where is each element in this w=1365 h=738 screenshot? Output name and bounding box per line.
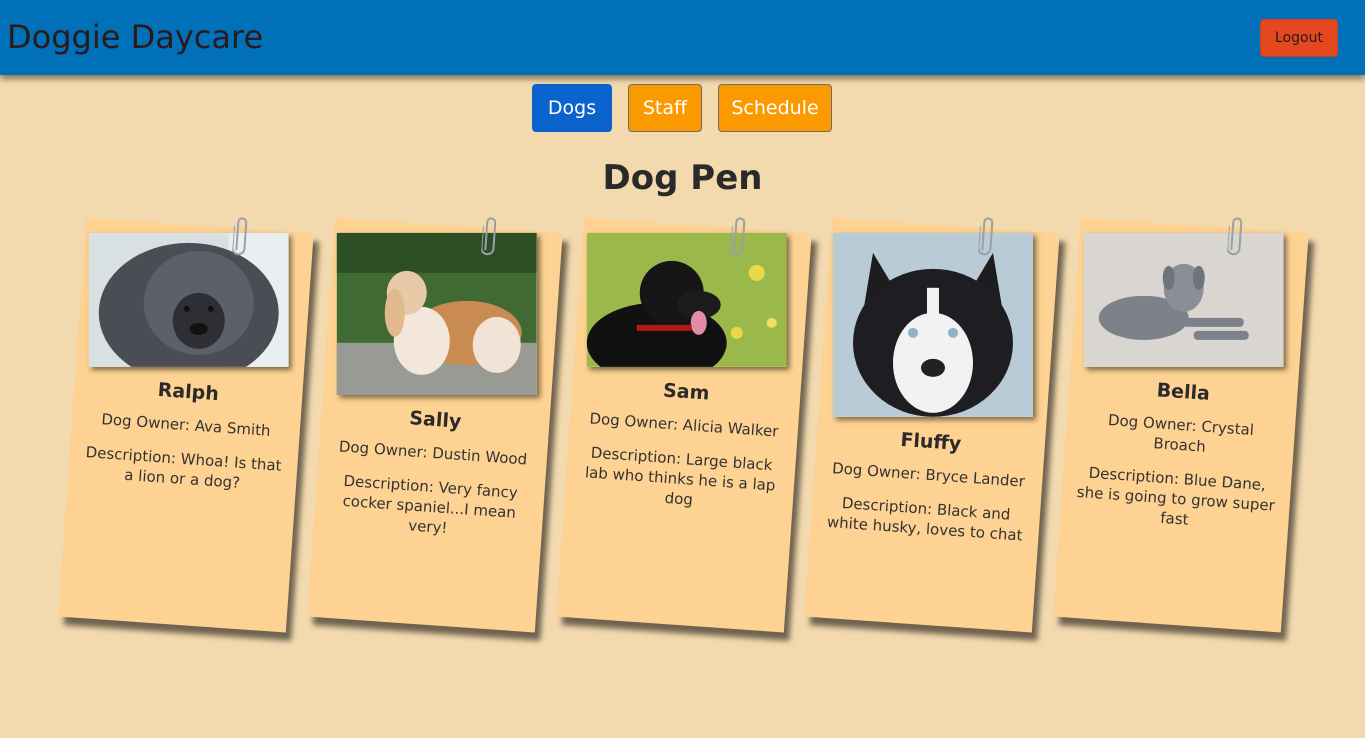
- tab-schedule[interactable]: Schedule: [718, 84, 832, 132]
- section-tabs: Dogs Staff Schedule: [0, 84, 1365, 132]
- dog-card-body: Ralph Dog Owner: Ava Smith Description: …: [81, 374, 289, 510]
- dog-card-body: Bella Dog Owner: Crystal Broach Descript…: [1073, 374, 1284, 550]
- dog-name: Bella: [1155, 379, 1211, 405]
- paperclip-icon: [480, 214, 500, 257]
- dog-name: Ralph: [157, 378, 220, 406]
- great-dane-photo: [1083, 232, 1284, 367]
- dog-card-ralph[interactable]: Ralph Dog Owner: Ava Smith Description: …: [58, 217, 314, 633]
- dog-owner: Dog Owner: Dustin Wood: [338, 437, 528, 469]
- navbar: Doggie Daycare Logout: [0, 0, 1365, 75]
- paperclip-icon: [231, 214, 251, 257]
- dog-description: Description: Blue Dane, she is going to …: [1076, 463, 1276, 529]
- dog-card-sally[interactable]: Sally Dog Owner: Dustin Wood Description…: [307, 217, 563, 633]
- brand-title[interactable]: Doggie Daycare: [7, 18, 263, 56]
- logout-button[interactable]: Logout: [1260, 19, 1338, 57]
- paperclip-icon: [1226, 214, 1246, 257]
- dog-description: Description: Black and white husky, love…: [826, 493, 1024, 545]
- dog-name: Fluffy: [899, 428, 962, 456]
- dog-owner: Dog Owner: Alicia Walker: [588, 409, 780, 441]
- dog-card-body: Sam Dog Owner: Alicia Walker Description…: [577, 374, 786, 530]
- dog-description: Description: Very fancy cocker spaniel..…: [342, 471, 519, 538]
- paperclip-icon: [729, 214, 749, 257]
- dog-card-sam[interactable]: Sam Dog Owner: Alicia Walker Description…: [556, 217, 812, 633]
- tab-staff[interactable]: Staff: [628, 84, 702, 132]
- paperclip-icon: [977, 214, 997, 257]
- husky-photo: [832, 232, 1033, 417]
- page-title: Dog Pen: [602, 158, 763, 198]
- dog-card-fluffy[interactable]: Fluffy Dog Owner: Bryce Lander Descripti…: [804, 217, 1060, 633]
- dog-card-bella[interactable]: Bella Dog Owner: Crystal Broach Descript…: [1053, 217, 1309, 633]
- dog-description: Description: Large black lab who thinks …: [584, 443, 777, 509]
- dog-owner: Dog Owner: Bryce Lander: [831, 459, 1026, 491]
- cocker-spaniel-photo: [336, 232, 537, 395]
- tibetan-mastiff-photo: [88, 232, 289, 367]
- dog-card-body: Fluffy Dog Owner: Bryce Lander Descripti…: [823, 424, 1031, 560]
- black-lab-photo: [586, 232, 787, 367]
- dog-name: Sally: [408, 407, 463, 433]
- dog-card-body: Sally Dog Owner: Dustin Wood Description…: [326, 402, 535, 558]
- dog-description: Description: Whoa! Is that a lion or a d…: [85, 443, 283, 492]
- dog-name: Sam: [662, 379, 711, 405]
- dog-owner: Dog Owner: Ava Smith: [100, 410, 272, 440]
- tab-dogs[interactable]: Dogs: [532, 84, 612, 132]
- dog-owner: Dog Owner: Crystal Broach: [1107, 410, 1255, 456]
